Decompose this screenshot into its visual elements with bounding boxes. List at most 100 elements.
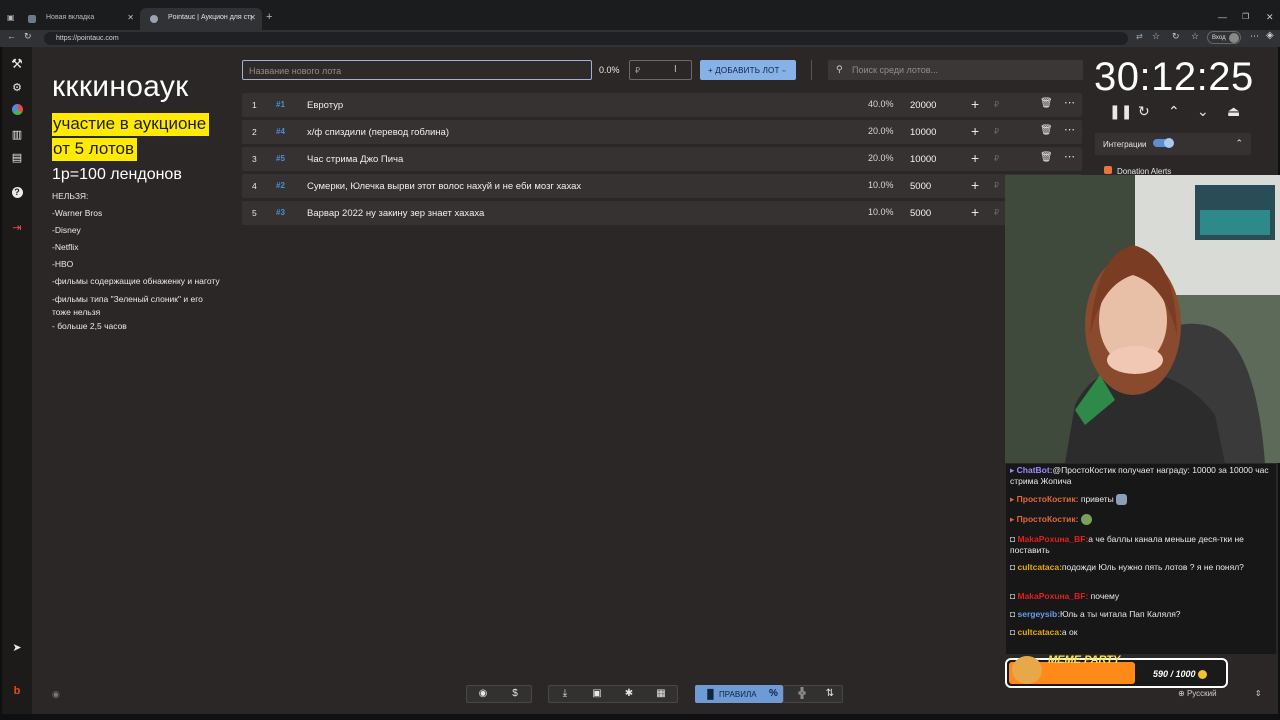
new-lot-percent: 0.0% [599, 65, 620, 75]
reset-icon[interactable]: ↻ [1138, 103, 1150, 120]
auction-info: кккиноаук участие в аукционе от 5 лотов … [52, 70, 242, 332]
visibility-icon[interactable]: ◉ [52, 689, 60, 700]
chat-username: ChatBot: [1016, 465, 1053, 475]
rules-button[interactable]: ▐▌ ПРАВИЛА % [695, 685, 783, 703]
minimize-icon[interactable]: — [1218, 12, 1227, 22]
close-tab-icon[interactable]: ✕ [127, 13, 134, 22]
sort-icon[interactable]: ⇅ [822, 688, 838, 699]
save-icon[interactable]: ▣ [589, 688, 605, 699]
more-options-icon[interactable]: ⋯ [1064, 123, 1075, 136]
highlight-text: от 5 лотов [52, 138, 138, 161]
bug-icon[interactable]: ✱ [621, 688, 637, 699]
new-lot-input[interactable]: Название нового лота [242, 60, 592, 80]
lot-amount[interactable]: 5000 [910, 208, 931, 219]
more-options-icon[interactable]: ⋯ [1064, 96, 1075, 109]
chat-text: почему [1090, 591, 1120, 601]
delete-icon[interactable]: 🗑 [1040, 152, 1053, 163]
lot-row[interactable]: 5 #3 Варвар 2022 ну закину зер знает хах… [242, 201, 1082, 225]
tab-label: Новая вкладка [46, 14, 95, 21]
lot-name[interactable]: Варвар 2022 ну закину зер знает хахаха [307, 208, 484, 219]
lot-amount[interactable]: 10000 [910, 154, 936, 165]
lot-name[interactable]: х/ф спиздили (перевод гоблина) [307, 127, 449, 138]
github-icon[interactable]: ◉ [475, 688, 491, 699]
add-amount-icon[interactable]: + [971, 204, 979, 220]
add-amount-icon[interactable]: + [971, 177, 979, 193]
search-input[interactable]: ⚲ Поиск среди лотов... [828, 60, 1083, 80]
add-amount-icon[interactable]: + [971, 150, 979, 166]
webcam-overlay [1005, 175, 1280, 463]
profile-button[interactable]: Вход [1207, 31, 1241, 44]
chat-message: ◘ cultcataca:а ок [1010, 627, 1078, 637]
doge-icon [1012, 656, 1042, 684]
lot-amount[interactable]: 5000 [910, 181, 931, 192]
add-lot-button[interactable]: + ДОБАВИТЬ ЛОТ ⌁ [700, 60, 796, 80]
auction-title: кккиноаук [52, 70, 189, 103]
logout-icon[interactable]: ⇥ [2, 221, 32, 234]
gavel-icon[interactable]: ⚒ [2, 56, 32, 72]
chevron-down-icon[interactable]: ⌄ [1197, 103, 1209, 120]
delete-icon[interactable]: 🗑 [1040, 125, 1053, 136]
favorite-icon[interactable]: ☆ [1152, 31, 1160, 42]
tab-actions-icon[interactable]: ▣ [7, 13, 15, 22]
close-window-icon[interactable]: ✕ [1266, 12, 1274, 23]
brand-icon[interactable]: b [2, 685, 32, 697]
chat-message: ▸ ПростоКостик: приветы [1010, 494, 1272, 506]
back-icon[interactable]: ← [7, 31, 16, 41]
gear-icon[interactable]: ⚙ [2, 81, 32, 94]
exchange-rate: 1р=100 лендонов [52, 166, 182, 183]
reload-icon[interactable]: ↻ [24, 31, 32, 42]
profile-label: Вход [1212, 35, 1226, 41]
rule-item: -фильмы содержащие обнаженку и наготу [52, 276, 220, 286]
new-tab-icon[interactable]: + [266, 11, 272, 23]
more-menu-icon[interactable]: ⋯ [1250, 31, 1259, 42]
lot-amount[interactable]: 20000 [910, 100, 936, 111]
streamer-webcam-image [1005, 175, 1280, 463]
lot-name[interactable]: Евротур [307, 100, 343, 111]
lot-name[interactable]: Час стрима Джо Пича [307, 154, 403, 165]
chevron-up-icon[interactable]: ⌃ [1235, 138, 1243, 149]
add-amount-icon[interactable]: + [971, 96, 979, 112]
copilot-icon[interactable]: ◈ [1266, 30, 1274, 41]
emote-icon [1080, 514, 1092, 526]
translate-icon[interactable]: ⇄ [1136, 32, 1143, 41]
integrations-toggle[interactable] [1153, 138, 1174, 148]
delete-icon[interactable]: 🗑 [1040, 98, 1053, 109]
clipboard-icon[interactable]: ▤ [2, 151, 32, 164]
language-select[interactable]: ⊕ Русский ⇕ [1178, 689, 1262, 698]
telegram-icon[interactable]: ➤ [2, 641, 32, 654]
ruble-icon: ₽ [994, 100, 1000, 109]
lot-row[interactable]: 3 #5 Час стрима Джо Пича 20.0% 10000 + ₽… [242, 147, 1082, 171]
chevron-up-icon[interactable]: ⌃ [1168, 103, 1180, 120]
refresh-icon[interactable]: ↻ [1172, 31, 1180, 42]
browser-tab-new[interactable]: Новая вкладка ✕ [18, 8, 140, 30]
divider [811, 60, 812, 80]
percent-icon[interactable]: % [769, 688, 778, 699]
pie-chart-icon[interactable] [2, 104, 32, 118]
maximize-icon[interactable]: ❐ [1242, 12, 1249, 21]
dollar-icon[interactable]: $ [507, 688, 523, 699]
add-lot-label: + ДОБАВИТЬ ЛОТ [708, 66, 780, 75]
help-icon[interactable]: ? [2, 186, 32, 198]
add-amount-icon[interactable]: + [971, 123, 979, 139]
lot-row[interactable]: 1 #1 Евротур 40.0% 20000 + ₽ 🗑 ⋯ [242, 93, 1082, 117]
lot-number: 3 [252, 154, 257, 164]
double-chevron-up-icon[interactable]: ⏏ [1227, 103, 1240, 120]
lot-name[interactable]: Сумерки, Юлечка вырви этот волос нахуй и… [307, 181, 581, 192]
close-tab-icon[interactable]: ✕ [249, 13, 256, 22]
lot-row[interactable]: 2 #4 х/ф спиздили (перевод гоблина) 20.0… [242, 120, 1082, 144]
clear-icon[interactable]: ▦ [653, 688, 669, 699]
browser-tab-pointauc[interactable]: Pointauc | Аукцион для стримеров ✕ [140, 8, 262, 30]
url-input[interactable]: https://pointauc.com [44, 32, 1128, 45]
pause-icon[interactable]: ❚❚ [1109, 103, 1132, 120]
lot-row[interactable]: 4 #2 Сумерки, Юлечка вырви этот волос на… [242, 174, 1082, 198]
collections-icon[interactable]: ☆ [1191, 31, 1199, 42]
columns-icon[interactable]: ╬ [794, 688, 810, 699]
chat-message: ◘ MakaPoxuнa_BF: почему [1010, 591, 1120, 601]
amount-input[interactable]: ₽ I [629, 60, 692, 80]
download-icon[interactable]: ⤓ [557, 688, 573, 699]
lot-amount[interactable]: 10000 [910, 127, 936, 138]
rules-label: ПРАВИЛА [719, 690, 757, 699]
bar-chart-icon[interactable]: ▥ [2, 128, 32, 141]
ruble-icon: ₽ [994, 127, 1000, 136]
more-options-icon[interactable]: ⋯ [1064, 150, 1075, 163]
